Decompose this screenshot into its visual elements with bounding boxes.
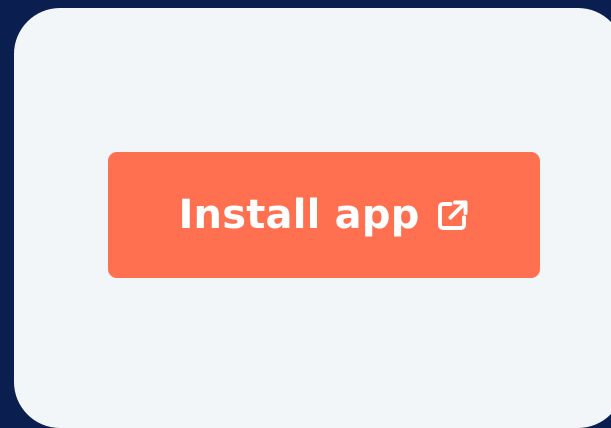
install-app-label: Install app	[178, 192, 420, 238]
install-app-button[interactable]: Install app	[108, 152, 540, 278]
card-container: Install app	[14, 8, 611, 428]
external-link-icon	[434, 198, 470, 234]
